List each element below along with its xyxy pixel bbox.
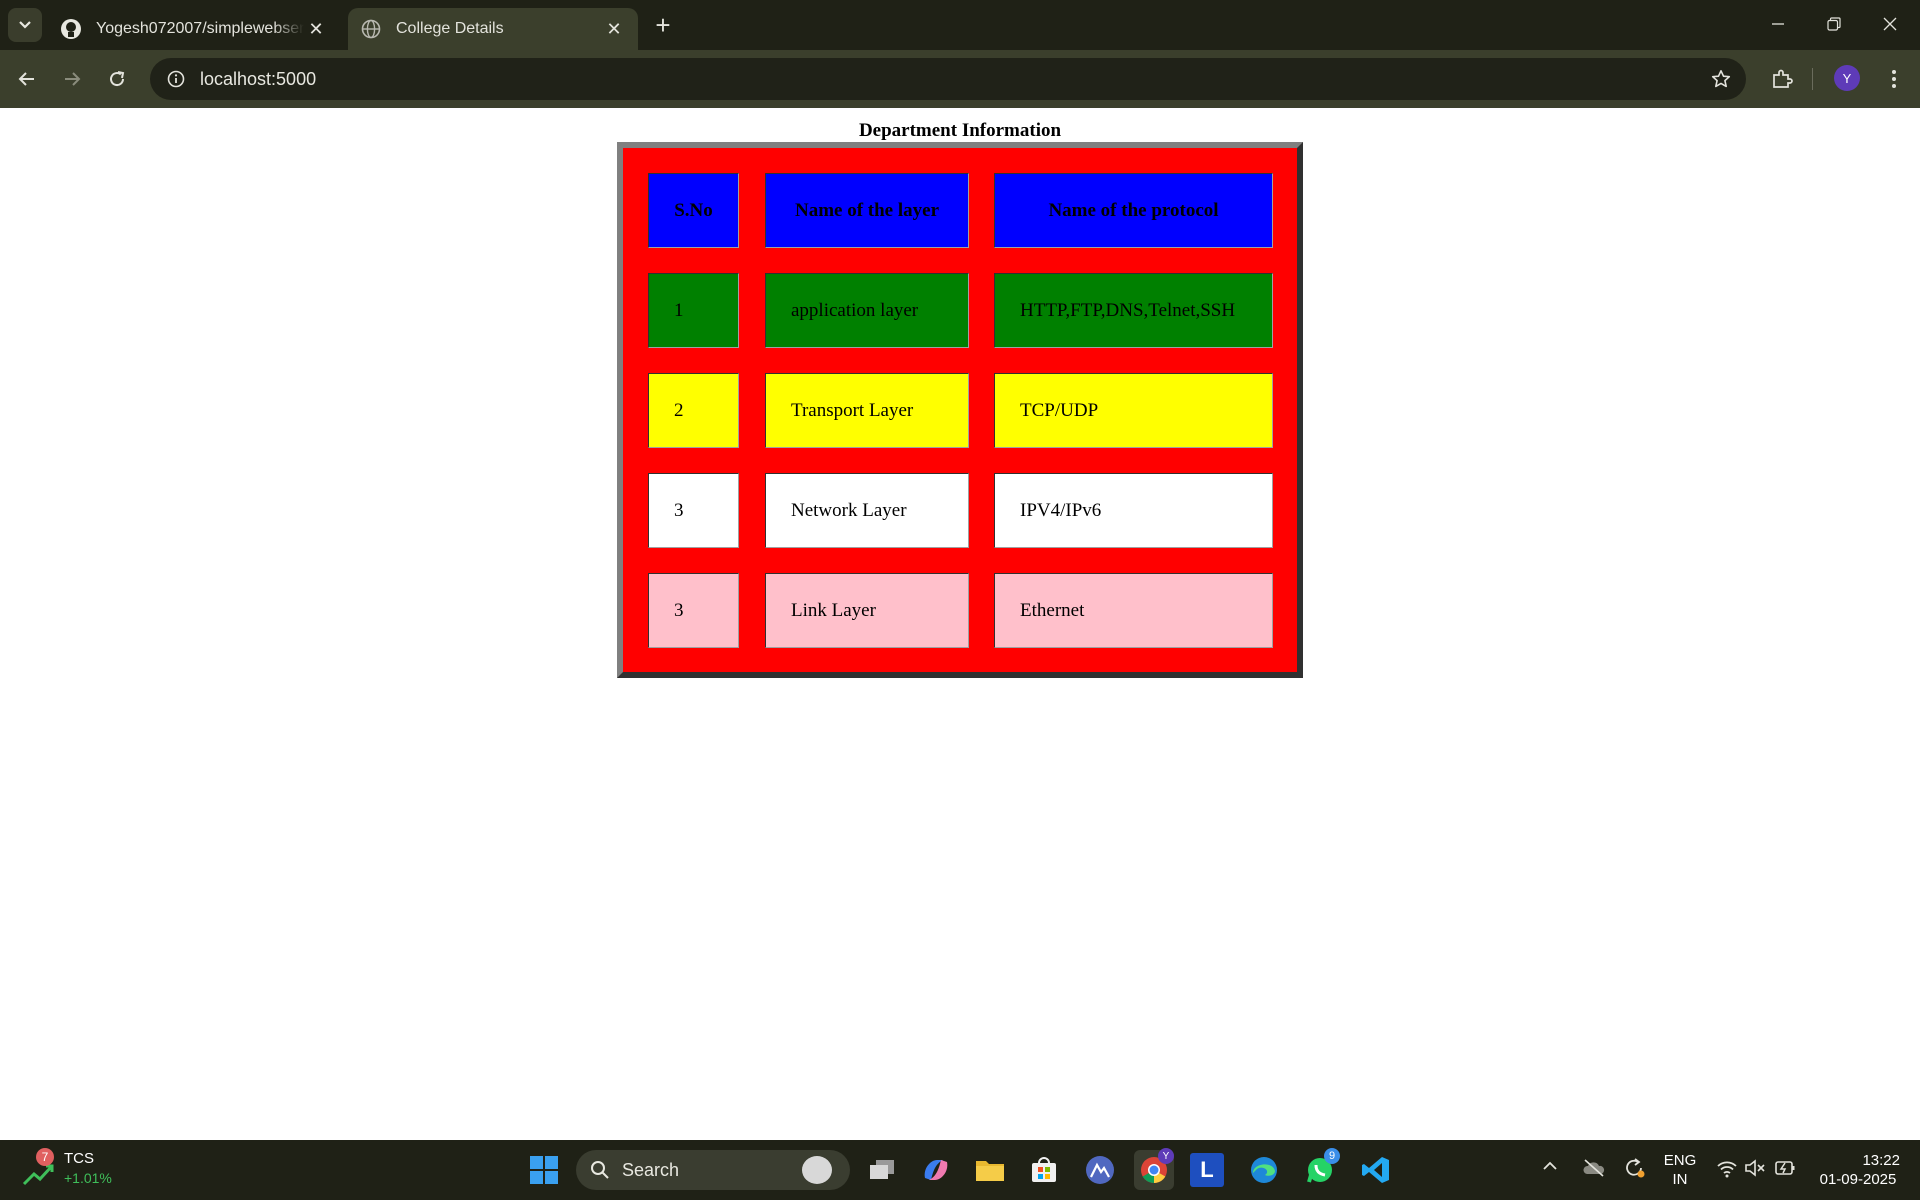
table-header-cell: S.No bbox=[648, 173, 739, 248]
table-cell: 1 bbox=[648, 273, 739, 348]
clock-time: 13:22 bbox=[1862, 1152, 1900, 1169]
store-button[interactable] bbox=[1024, 1150, 1064, 1190]
input-language[interactable]: ENG IN bbox=[1656, 1151, 1704, 1189]
page-content: Department Information S.No Name of the … bbox=[0, 108, 1920, 1140]
bookmark-star-icon[interactable] bbox=[1708, 66, 1734, 92]
chrome-button[interactable]: Y bbox=[1134, 1148, 1174, 1190]
copilot-icon bbox=[924, 1160, 948, 1180]
table-cell: Transport Layer bbox=[765, 373, 969, 448]
browser-toolbar: localhost:5000 bbox=[0, 50, 1920, 108]
l-app-icon: L bbox=[1200, 1157, 1214, 1182]
profile-badge: Y bbox=[1158, 1148, 1174, 1164]
table-header-cell: Name of the layer bbox=[765, 173, 969, 248]
vscode-button[interactable] bbox=[1356, 1150, 1396, 1190]
close-icon[interactable]: ✕ bbox=[602, 17, 626, 41]
notification-badge: 7 bbox=[36, 1148, 54, 1166]
notification-badge: 9 bbox=[1324, 1148, 1340, 1164]
restore-button[interactable] bbox=[1806, 0, 1862, 48]
close-icon bbox=[1883, 17, 1897, 31]
stock-change: +1.01% bbox=[64, 1170, 112, 1186]
tab-search-button[interactable] bbox=[8, 8, 42, 42]
language-region: IN bbox=[1672, 1171, 1688, 1188]
toolbar-divider bbox=[1812, 68, 1813, 90]
table-cell: HTTP,FTP,DNS,Telnet,SSH bbox=[994, 273, 1273, 348]
table-cell: Network Layer bbox=[765, 473, 969, 548]
table-cell: 2 bbox=[648, 373, 739, 448]
onedrive-icon[interactable] bbox=[1582, 1158, 1608, 1182]
task-view-button[interactable] bbox=[862, 1150, 902, 1190]
stock-symbol: TCS bbox=[64, 1150, 94, 1167]
edge-icon bbox=[1251, 1157, 1277, 1183]
whatsapp-button[interactable]: 9 bbox=[1300, 1148, 1340, 1190]
clock[interactable]: 13:22 01-09-2025 bbox=[1808, 1151, 1908, 1189]
restore-icon bbox=[1827, 17, 1841, 31]
plus-icon: + bbox=[655, 9, 671, 40]
close-icon[interactable]: ✕ bbox=[304, 17, 328, 41]
tab-college-details[interactable]: College Details ✕ bbox=[348, 8, 638, 50]
reload-button[interactable] bbox=[99, 61, 135, 97]
chevron-up-icon bbox=[1543, 1161, 1557, 1170]
stock-widget[interactable]: 7 TCS +1.01% bbox=[22, 1148, 122, 1192]
edge-button[interactable] bbox=[1244, 1150, 1284, 1190]
vscode-icon bbox=[1362, 1157, 1389, 1183]
file-explorer-button[interactable] bbox=[970, 1150, 1010, 1190]
minimize-icon bbox=[1772, 23, 1784, 25]
l-app-button[interactable]: L bbox=[1190, 1153, 1224, 1187]
table-caption: Department Information bbox=[858, 120, 1062, 141]
search-placeholder: Search bbox=[622, 1159, 680, 1180]
show-hidden-icons-button[interactable] bbox=[1542, 1158, 1566, 1182]
windows-icon bbox=[530, 1156, 558, 1184]
department-table: S.No Name of the layer Name of the proto… bbox=[617, 142, 1303, 678]
search-highlight-icon bbox=[802, 1156, 832, 1184]
arrow-left-icon bbox=[18, 72, 34, 86]
tab-strip: Yogesh072007/simplewebserver ✕ College D… bbox=[0, 0, 1920, 50]
taskbar-search[interactable]: Search bbox=[576, 1150, 850, 1190]
search-icon bbox=[591, 1161, 609, 1179]
table-cell: IPV4/IPv6 bbox=[994, 473, 1273, 548]
tab-title: Yogesh072007/simplewebserver bbox=[96, 20, 304, 37]
reload-icon bbox=[110, 71, 125, 87]
url-text[interactable]: localhost:5000 bbox=[200, 69, 316, 90]
wifi-icon[interactable] bbox=[1716, 1158, 1738, 1180]
site-info-icon[interactable] bbox=[156, 59, 196, 99]
forward-button[interactable] bbox=[54, 61, 90, 97]
close-window-button[interactable] bbox=[1862, 0, 1918, 48]
menu-button[interactable] bbox=[1876, 61, 1912, 97]
chevron-down-icon bbox=[19, 21, 31, 29]
mountain-app-icon bbox=[1086, 1156, 1114, 1184]
copilot-button[interactable] bbox=[916, 1150, 956, 1190]
new-tab-button[interactable]: + bbox=[648, 10, 678, 40]
table-cell: TCP/UDP bbox=[994, 373, 1273, 448]
tab-github[interactable]: Yogesh072007/simplewebserver ✕ bbox=[48, 8, 340, 50]
table-header-cell: Name of the protocol bbox=[994, 173, 1273, 248]
table-cell: Link Layer bbox=[765, 573, 969, 648]
back-button[interactable] bbox=[9, 61, 45, 97]
app-button[interactable] bbox=[1080, 1150, 1120, 1190]
task-view-icon bbox=[870, 1160, 894, 1179]
table-cell: Ethernet bbox=[994, 573, 1273, 648]
start-button[interactable] bbox=[524, 1150, 564, 1190]
clock-date: 01-09-2025 bbox=[1819, 1171, 1897, 1188]
minimize-button[interactable] bbox=[1750, 0, 1806, 48]
taskbar: 7 TCS +1.01% Search Y L 9 ENG IN 13:22 0… bbox=[0, 1140, 1920, 1200]
table-cell: application layer bbox=[765, 273, 969, 348]
table-cell: 3 bbox=[648, 573, 739, 648]
extensions-button[interactable] bbox=[1764, 61, 1800, 97]
arrow-right-icon bbox=[65, 72, 81, 86]
more-vert-icon bbox=[1892, 70, 1896, 88]
address-bar[interactable]: localhost:5000 bbox=[150, 58, 1746, 100]
battery-icon[interactable] bbox=[1774, 1158, 1796, 1180]
sync-icon[interactable] bbox=[1622, 1156, 1648, 1182]
puzzle-icon bbox=[1773, 69, 1793, 88]
folder-icon bbox=[976, 1161, 1004, 1181]
table-cell: 3 bbox=[648, 473, 739, 548]
language-code: ENG bbox=[1663, 1152, 1697, 1169]
github-icon bbox=[60, 18, 82, 40]
globe-icon bbox=[360, 18, 382, 40]
store-icon bbox=[1032, 1157, 1056, 1182]
profile-avatar[interactable]: Y bbox=[1834, 65, 1860, 91]
volume-muted-icon[interactable] bbox=[1744, 1158, 1766, 1180]
tab-title: College Details bbox=[396, 20, 504, 37]
